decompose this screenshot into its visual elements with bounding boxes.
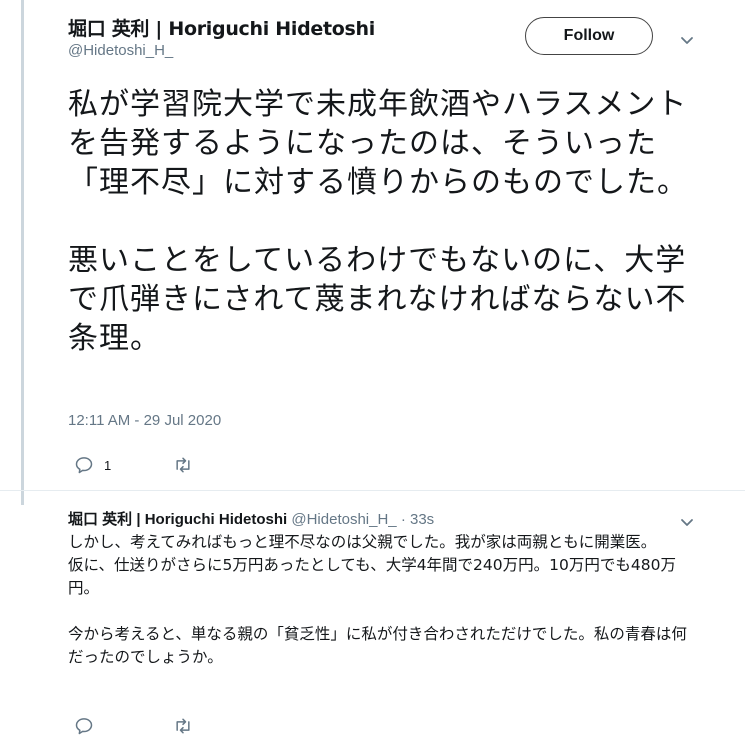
tweet-text: 私が学習院大学で未成年飲酒やハラスメントを告発するようになったのは、そういった「…: [68, 87, 688, 356]
reply-action[interactable]: 1: [74, 455, 111, 475]
reply-separator: ·: [396, 511, 410, 528]
reply-count: 1: [104, 457, 112, 473]
reply-icon: [75, 718, 93, 735]
chevron-down-icon[interactable]: [679, 32, 695, 48]
tweet-timestamp[interactable]: 12:11 AM - 29 Jul 2020: [68, 412, 221, 429]
retweet-icon: [176, 457, 190, 473]
chevron-down-icon[interactable]: [679, 514, 695, 530]
reply-time[interactable]: 33s: [410, 511, 434, 528]
author-handle[interactable]: @Hidetoshi_H_: [68, 42, 173, 59]
reply-author-handle[interactable]: @Hidetoshi_H_: [291, 511, 396, 528]
tweet-divider: [0, 490, 745, 491]
follow-button[interactable]: Follow: [525, 17, 653, 55]
retweet-action[interactable]: [173, 716, 193, 736]
retweet-action[interactable]: [173, 455, 193, 475]
reply-author-name[interactable]: 堀口 英利 | Horiguchi Hidetoshi: [68, 511, 287, 528]
thread-line: [21, 0, 24, 505]
retweet-icon: [176, 718, 190, 734]
reply-text: しかし、考えてみればもっと理不尽なのは父親でした。我が家は両親ともに開業医。 仮…: [68, 533, 687, 666]
reply-action[interactable]: [74, 716, 94, 736]
reply-header: 堀口 英利 | Horiguchi Hidetoshi @Hidetoshi_H…: [68, 508, 434, 529]
author-name[interactable]: 堀口 英利 | Horiguchi Hidetoshi: [68, 14, 375, 41]
reply-icon: [75, 457, 93, 474]
